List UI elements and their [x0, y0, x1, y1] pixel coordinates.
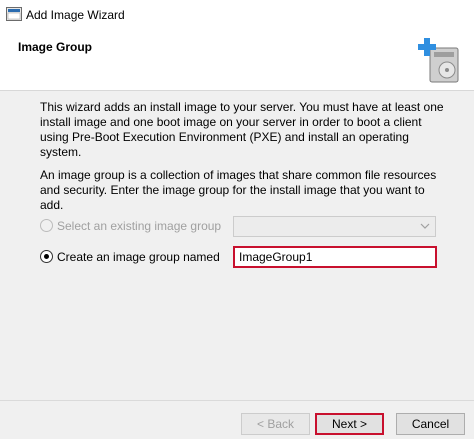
existing-group-radio[interactable] [40, 219, 53, 232]
cancel-button[interactable]: Cancel [396, 413, 465, 435]
image-group-description: An image group is a collection of images… [40, 168, 437, 212]
new-group-label: Create an image group named [57, 250, 220, 264]
intro-paragraph: This wizard adds an install image to you… [40, 100, 444, 159]
wizard-header: Image Group [0, 30, 474, 91]
wizard-app-icon [6, 7, 22, 21]
add-image-icon [416, 34, 468, 86]
image-group-name-input[interactable]: ImageGroup1 [233, 246, 437, 268]
page-title: Image Group [18, 40, 93, 54]
next-button[interactable]: Next > [315, 413, 384, 435]
existing-group-dropdown[interactable] [233, 216, 436, 237]
back-button[interactable]: < Back [241, 413, 310, 435]
title-bar: Add Image Wizard [0, 0, 474, 30]
new-group-radio[interactable] [40, 250, 53, 263]
existing-group-label: Select an existing image group [57, 219, 222, 233]
window-title: Add Image Wizard [26, 8, 125, 22]
radio-selected-dot [44, 254, 49, 259]
chevron-down-icon [420, 220, 430, 230]
footer-divider [0, 400, 474, 401]
